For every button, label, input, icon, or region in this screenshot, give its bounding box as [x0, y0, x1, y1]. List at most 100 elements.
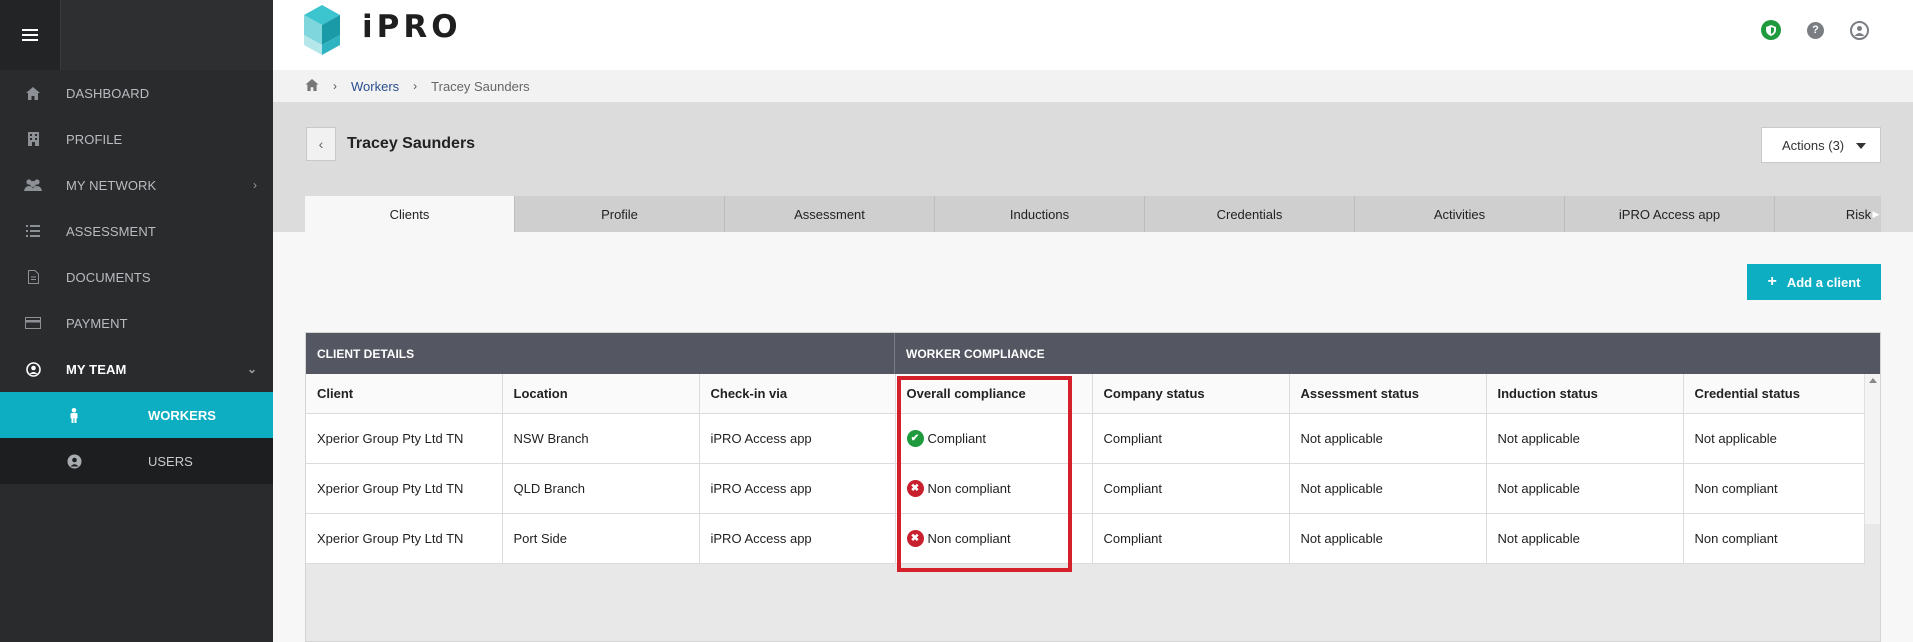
breadcrumb-current: Tracey Saunders — [431, 78, 530, 94]
cell-client: Xperior Group Pty Ltd TN — [306, 513, 503, 564]
tab-scroll-right-button[interactable]: ▶ — [1871, 196, 1881, 232]
group-icon — [0, 178, 66, 192]
sidebar-top-spacer — [60, 0, 273, 70]
cell-location: Port Side — [502, 513, 700, 564]
overall-status-text: Non compliant — [927, 480, 1011, 496]
tab-ipro-access-app[interactable]: iPRO Access app — [1565, 196, 1775, 232]
actions-label: Actions (3) — [1782, 137, 1845, 153]
sidebar-item-dashboard[interactable]: DASHBOARD — [0, 70, 273, 116]
table-row[interactable]: Xperior Group Pty Ltd TN Port Side iPRO … — [306, 513, 1865, 564]
worker-tabs: Clients Profile Assessment Inductions Cr… — [305, 196, 1881, 232]
main-content: + Add a client CLIENT DETAILS WORKER COM… — [273, 232, 1913, 642]
chevron-right-icon: ▶ — [1872, 208, 1880, 219]
table-vertical-scrollbar[interactable] — [1864, 374, 1880, 524]
sidebar-item-assessment[interactable]: ASSESSMENT — [0, 208, 273, 254]
ipro-logo-mark-icon — [304, 5, 340, 55]
sidebar-item-my-network[interactable]: MY NETWORK › — [0, 162, 273, 208]
home-icon — [0, 86, 66, 100]
sidebar-item-label: ASSESSMENT — [66, 223, 156, 239]
cell-credential-status: Not applicable — [1683, 413, 1865, 464]
sidebar-item-my-team[interactable]: MY TEAM ⌄ — [0, 346, 273, 392]
sidebar-item-label: MY TEAM — [66, 361, 127, 377]
cell-assessment-status: Not applicable — [1289, 413, 1487, 464]
sidebar-item-users[interactable]: USERS — [0, 438, 273, 484]
cell-checkin: iPRO Access app — [699, 463, 896, 514]
back-button[interactable]: ‹ — [306, 127, 336, 161]
chevron-right-icon: › — [253, 178, 257, 192]
table-header-row: Client Location Check-in via Overall com… — [306, 374, 1865, 414]
cell-overall-compliance: ✖ Non compliant — [895, 513, 1093, 564]
column-header-location[interactable]: Location — [502, 374, 700, 414]
cell-location: NSW Branch — [502, 413, 700, 464]
tab-assessment[interactable]: Assessment — [725, 196, 935, 232]
user-icon[interactable] — [1850, 20, 1869, 40]
sidebar-item-payment[interactable]: PAYMENT — [0, 300, 273, 346]
chevron-down-icon: ⌄ — [246, 362, 257, 376]
breadcrumb: › Workers › Tracey Saunders — [273, 70, 1913, 102]
table-row[interactable]: Xperior Group Pty Ltd TN NSW Branch iPRO… — [306, 413, 1865, 464]
cell-induction-status: Not applicable — [1486, 513, 1684, 564]
column-header-checkin[interactable]: Check-in via — [699, 374, 896, 414]
column-header-assessment-status[interactable]: Assessment status — [1289, 374, 1487, 414]
clients-grid: Client Location Check-in via Overall com… — [306, 374, 1865, 564]
column-header-overall-compliance[interactable]: Overall compliance — [895, 374, 1093, 414]
sidebar-item-label: DASHBOARD — [66, 85, 150, 101]
user-circle-icon — [0, 361, 66, 377]
column-header-client[interactable]: Client — [306, 374, 503, 414]
cell-credential-status: Non compliant — [1683, 513, 1865, 564]
cell-checkin: iPRO Access app — [699, 413, 896, 464]
page-title: Tracey Saunders — [347, 135, 476, 152]
chevron-left-icon: ‹ — [318, 136, 324, 152]
cell-credential-status: Non compliant — [1683, 463, 1865, 514]
cell-company-status: Compliant — [1092, 513, 1290, 564]
actions-dropdown[interactable]: Actions (3) — [1761, 127, 1881, 163]
table-row[interactable]: Xperior Group Pty Ltd TN QLD Branch iPRO… — [306, 463, 1865, 514]
list-icon — [0, 225, 66, 237]
sidebar-item-label: PROFILE — [66, 131, 123, 147]
sidebar-item-profile[interactable]: PROFILE — [0, 116, 273, 162]
overall-status-text: Compliant — [927, 430, 987, 446]
person-icon — [0, 407, 148, 423]
tab-risks[interactable]: Risks and c — [1775, 196, 1881, 232]
group-client-details: CLIENT DETAILS — [306, 333, 895, 374]
sidebar-item-workers[interactable]: WORKERS — [0, 392, 273, 438]
cell-overall-compliance: ✔ Compliant — [895, 413, 1093, 464]
top-header: iPRO ? — [273, 0, 1913, 70]
column-header-induction-status[interactable]: Induction status — [1486, 374, 1684, 414]
header-icons: ? — [1761, 20, 1869, 40]
group-worker-compliance: WORKER COMPLIANCE — [906, 346, 1045, 361]
tab-clients[interactable]: Clients — [305, 196, 515, 232]
cell-location: QLD Branch — [502, 463, 700, 514]
cell-induction-status: Not applicable — [1486, 413, 1684, 464]
cell-checkin: iPRO Access app — [699, 513, 896, 564]
chevron-right-icon: › — [333, 79, 337, 93]
sidebar-item-documents[interactable]: DOCUMENTS — [0, 254, 273, 300]
home-icon[interactable] — [305, 78, 319, 94]
building-icon — [0, 132, 66, 146]
breadcrumb-workers-link[interactable]: Workers — [351, 79, 399, 94]
column-header-company-status[interactable]: Company status — [1092, 374, 1290, 414]
tab-profile[interactable]: Profile — [515, 196, 725, 232]
tab-activities[interactable]: Activities — [1355, 196, 1565, 232]
scroll-up-icon — [1869, 378, 1877, 383]
add-client-button[interactable]: + Add a client — [1747, 264, 1881, 300]
help-icon[interactable]: ? — [1807, 21, 1824, 39]
menu-toggle-button[interactable] — [0, 0, 60, 70]
column-header-credential-status[interactable]: Credential status — [1683, 374, 1865, 414]
tab-inductions[interactable]: Inductions — [935, 196, 1145, 232]
ipro-logo[interactable]: iPRO — [304, 5, 462, 55]
tab-credentials[interactable]: Credentials — [1145, 196, 1355, 232]
sidebar-item-label: MY NETWORK — [66, 177, 157, 193]
add-client-label: Add a client — [1786, 274, 1861, 290]
cell-assessment-status: Not applicable — [1289, 463, 1487, 514]
chevron-right-icon: › — [413, 79, 418, 93]
user-circle-icon — [0, 454, 148, 469]
shield-icon[interactable] — [1761, 20, 1781, 40]
cell-company-status: Compliant — [1092, 463, 1290, 514]
plus-icon: + — [1767, 273, 1777, 290]
credit-card-icon — [0, 317, 66, 329]
table-group-header: CLIENT DETAILS WORKER COMPLIANCE — [306, 333, 1880, 374]
cell-overall-compliance: ✖ Non compliant — [895, 463, 1093, 514]
sidebar: DASHBOARD PROFILE MY NETWORK › ASSESSMEN… — [0, 0, 273, 642]
cell-client: Xperior Group Pty Ltd TN — [306, 413, 503, 464]
